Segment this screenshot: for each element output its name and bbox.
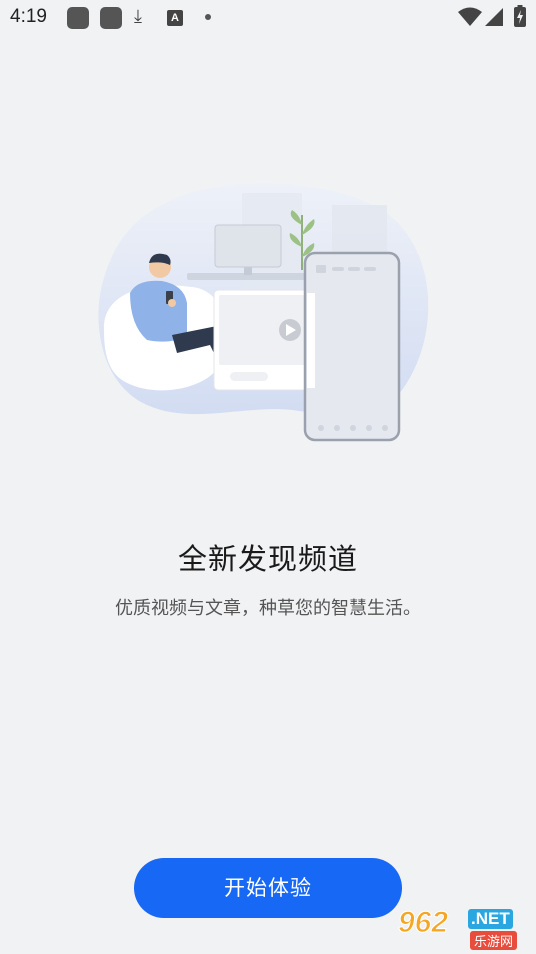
dot-icon xyxy=(205,14,211,20)
watermark-number: 962 xyxy=(397,906,449,940)
battery-charging-icon xyxy=(514,5,526,27)
notification-square-icon xyxy=(67,7,89,29)
status-bar: 4:19 ⤓ A xyxy=(0,0,536,36)
page-subtitle: 优质视频与文章，种草您的智慧生活。 xyxy=(115,598,421,619)
signal-icon xyxy=(485,8,503,26)
watermark-domain: .NET xyxy=(468,909,513,929)
wifi-icon xyxy=(458,7,482,26)
page-title: 全新发现频道 xyxy=(177,542,358,576)
notification-square-icon xyxy=(100,7,122,29)
site-watermark: 962 .NET 乐游网 xyxy=(396,906,532,950)
start-experience-button[interactable]: 开始体验 xyxy=(134,858,402,918)
font-a-icon: A xyxy=(167,10,183,26)
discover-illustration xyxy=(98,183,429,442)
watermark-site: 乐游网 xyxy=(470,931,518,950)
phone xyxy=(303,251,401,442)
status-time: 4:19 xyxy=(10,6,47,27)
download-icon: ⤓ xyxy=(134,6,142,27)
